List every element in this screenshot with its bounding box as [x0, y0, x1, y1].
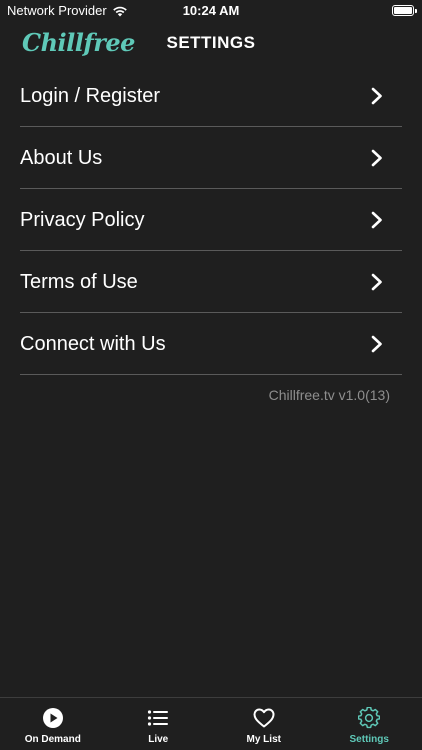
tab-label: On Demand — [24, 734, 81, 745]
settings-item-about-us[interactable]: About Us — [20, 128, 402, 189]
settings-item-label: Privacy Policy — [20, 208, 145, 231]
settings-item-label: Connect with Us — [20, 332, 166, 355]
settings-item-label: Login / Register — [20, 84, 161, 107]
chevron-right-icon — [371, 149, 382, 167]
tab-label: Live — [148, 734, 169, 745]
settings-item-label: Terms of Use — [20, 270, 138, 293]
app-version: Chillfree.tv v1.0(13) — [268, 387, 390, 403]
settings-item-terms-of-use[interactable]: Terms of Use — [20, 252, 402, 313]
status-time: 10:24 AM — [182, 3, 240, 18]
settings-item-connect-with-us[interactable]: Connect with Us — [20, 314, 402, 375]
header: Chillfree SETTINGS — [0, 24, 422, 64]
page-title: SETTINGS — [166, 33, 256, 52]
tab-settings[interactable]: Settings — [317, 698, 422, 750]
chevron-right-icon — [371, 211, 382, 229]
tab-label: Settings — [349, 734, 389, 745]
settings-item-label: About Us — [20, 146, 103, 169]
chevron-right-icon — [371, 87, 382, 105]
settings-item-login-register[interactable]: Login / Register — [20, 66, 402, 127]
status-bar: Network Provider 10:24 AM — [0, 0, 422, 22]
tab-my-list[interactable]: My List — [211, 698, 317, 750]
chevron-right-icon — [371, 335, 382, 353]
heart-icon — [253, 708, 275, 728]
list-icon — [148, 710, 169, 726]
tab-live[interactable]: Live — [106, 698, 212, 750]
tab-on-demand[interactable]: On Demand — [0, 698, 106, 750]
chevron-right-icon — [371, 273, 382, 291]
tab-bar: On Demand Live My List Settings — [0, 697, 422, 750]
play-circle-icon — [42, 708, 63, 728]
settings-item-privacy-policy[interactable]: Privacy Policy — [20, 190, 402, 251]
tab-label: My List — [246, 734, 281, 745]
settings-list: Login / Register About Us Privacy Policy… — [20, 66, 402, 376]
battery-icon — [392, 5, 417, 16]
gear-icon — [358, 707, 381, 729]
